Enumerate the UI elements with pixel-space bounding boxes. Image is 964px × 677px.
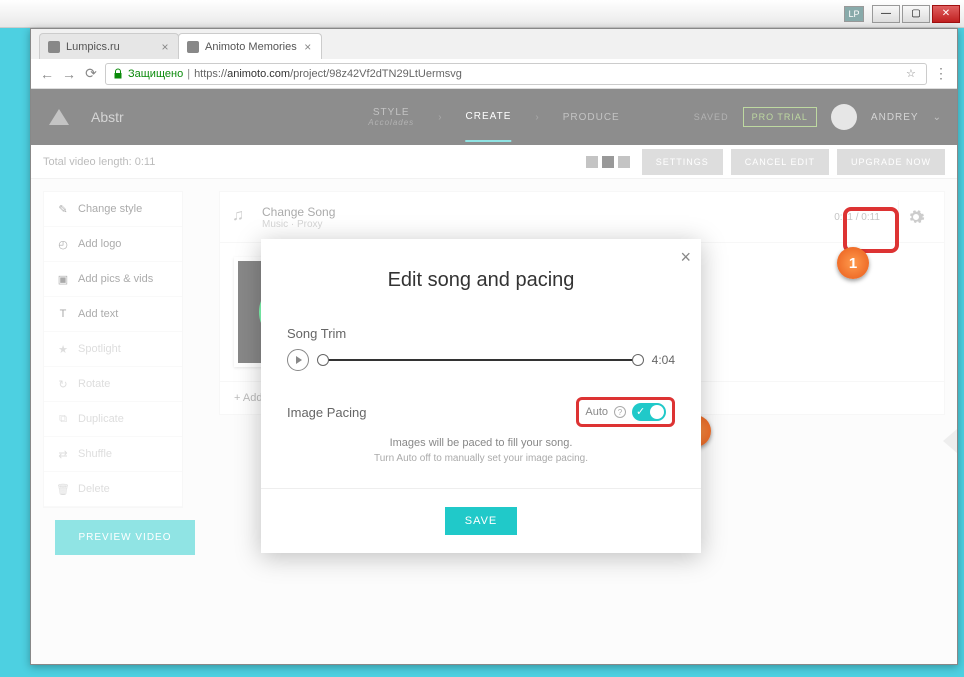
play-icon	[296, 356, 302, 364]
back-icon[interactable]: ←	[39, 66, 55, 82]
view-switcher[interactable]	[586, 156, 630, 168]
pacing-subtext: Turn Auto off to manually set your image…	[287, 453, 675, 464]
video-length-label: Total video length: 0:11	[43, 156, 155, 168]
chevron-down-icon[interactable]: ⌄	[933, 112, 941, 123]
top-nav: Abstr STYLE Accolades › CREATE › PRODUCE…	[31, 89, 957, 145]
shuffle-icon: ⇄	[56, 447, 70, 461]
sidebar-duplicate: ⧉Duplicate	[44, 402, 182, 437]
sidebar-add-text[interactable]: TAdd text	[44, 297, 182, 332]
callout-badge-1: 1	[837, 247, 869, 279]
sidebar-delete: 🗑Delete	[44, 472, 182, 507]
trim-start-handle[interactable]	[317, 354, 329, 366]
tab-title: Lumpics.ru	[66, 41, 120, 53]
url-text: https://animoto.com/project/98z42Vf2dTN2…	[194, 68, 462, 80]
trim-slider[interactable]	[319, 359, 642, 361]
trash-icon: 🗑	[56, 482, 70, 496]
project-title[interactable]: Abstr	[91, 109, 124, 125]
song-bar: ♫ Change Song Music · Proxy 0:11 / 0:11	[219, 191, 945, 243]
secure-label: Защищено	[128, 68, 183, 80]
play-button[interactable]	[287, 349, 309, 371]
browser-window: Lumpics.ru × Animoto Memories × ← → ⟳ За…	[30, 28, 958, 665]
logo-icon: ◴	[56, 237, 70, 251]
music-icon: ♫	[232, 207, 252, 227]
image-icon: ▣	[56, 272, 70, 286]
sub-nav: Total video length: 0:11 SETTINGS CANCEL…	[31, 145, 957, 179]
chevron-right-icon: ›	[438, 112, 441, 123]
song-duration: 4:04	[652, 353, 675, 367]
tab-lumpics[interactable]: Lumpics.ru ×	[39, 33, 179, 59]
sidebar-rotate: ↻Rotate	[44, 367, 182, 402]
trim-end-handle[interactable]	[632, 354, 644, 366]
tab-title: Animoto Memories	[205, 41, 297, 53]
check-icon: ✓	[636, 405, 645, 418]
tab-close-icon[interactable]: ×	[303, 42, 313, 52]
rotate-icon: ↻	[56, 377, 70, 391]
list-view-icon[interactable]	[618, 156, 630, 168]
sidebar-shuffle: ⇄Shuffle	[44, 437, 182, 472]
menu-icon[interactable]: ⋮	[933, 66, 949, 82]
step-produce[interactable]: PRODUCE	[563, 112, 620, 123]
grid-large-icon[interactable]	[586, 156, 598, 168]
tab-close-icon[interactable]: ×	[160, 42, 170, 52]
app-content: Abstr STYLE Accolades › CREATE › PRODUCE…	[31, 89, 957, 664]
avatar[interactable]	[831, 104, 857, 130]
grid-small-icon[interactable]	[602, 156, 614, 168]
settings-button[interactable]: SETTINGS	[642, 149, 723, 175]
favicon-icon	[48, 41, 60, 53]
image-pacing-label: Image Pacing	[287, 405, 367, 420]
pacing-description: Images will be paced to fill your song.	[287, 437, 675, 449]
translate-icon[interactable]: ☆	[906, 67, 920, 81]
url-input[interactable]: Защищено | https://animoto.com/project/9…	[105, 63, 927, 85]
auto-toggle-group: Auto ? ✓	[576, 397, 675, 427]
window-close-button[interactable]: ✕	[932, 5, 960, 23]
star-icon: ★	[56, 342, 70, 356]
gear-icon	[907, 208, 925, 226]
edit-song-modal: × Edit song and pacing Song Trim 4:04 Im…	[261, 239, 701, 553]
window-minimize-button[interactable]: —	[872, 5, 900, 23]
tab-animoto[interactable]: Animoto Memories ×	[178, 33, 322, 59]
chevron-right-icon: ›	[535, 112, 538, 123]
favicon-icon	[187, 41, 199, 53]
preview-video-button[interactable]: PREVIEW VIDEO	[55, 520, 195, 555]
username-label[interactable]: ANDREY	[871, 112, 919, 123]
pro-trial-badge[interactable]: PRO TRIAL	[743, 107, 817, 127]
text-icon: T	[56, 307, 70, 321]
upgrade-now-button[interactable]: UPGRADE NOW	[837, 149, 945, 175]
lock-icon	[112, 68, 124, 80]
song-trim-label: Song Trim	[287, 326, 675, 341]
song-time: 0:11 / 0:11	[834, 212, 880, 223]
step-style[interactable]: STYLE Accolades	[368, 107, 414, 127]
sidebar-add-logo[interactable]: ◴Add logo	[44, 227, 182, 262]
auto-label: Auto	[585, 406, 608, 418]
reload-icon[interactable]: ⟳	[83, 66, 99, 82]
save-button[interactable]: SAVE	[445, 507, 518, 535]
song-settings-button[interactable]	[898, 200, 932, 234]
modal-close-button[interactable]: ×	[680, 247, 691, 268]
toggle-knob	[650, 405, 664, 419]
change-song-link[interactable]: Change Song	[262, 205, 335, 219]
sidebar: ✎Change style ◴Add logo ▣Add pics & vids…	[43, 191, 183, 508]
cancel-edit-button[interactable]: CANCEL EDIT	[731, 149, 829, 175]
animoto-logo-icon[interactable]	[47, 105, 71, 129]
step-create[interactable]: CREATE	[466, 111, 512, 142]
app-badge: LP	[844, 6, 864, 22]
help-icon[interactable]: ?	[614, 406, 626, 418]
sidebar-change-style[interactable]: ✎Change style	[44, 192, 182, 227]
forward-icon[interactable]: →	[61, 66, 77, 82]
auto-toggle[interactable]: ✓	[632, 403, 666, 421]
address-bar-row: ← → ⟳ Защищено | https://animoto.com/pro…	[31, 59, 957, 89]
sidebar-spotlight: ★Spotlight	[44, 332, 182, 367]
brush-icon: ✎	[56, 202, 70, 216]
sidebar-add-pics[interactable]: ▣Add pics & vids	[44, 262, 182, 297]
window-maximize-button[interactable]: ▢	[902, 5, 930, 23]
modal-title: Edit song and pacing	[261, 239, 701, 316]
song-meta: Music · Proxy	[262, 219, 335, 230]
tab-strip: Lumpics.ru × Animoto Memories ×	[31, 29, 957, 59]
saved-label: SAVED	[694, 112, 729, 122]
copy-icon: ⧉	[56, 412, 70, 426]
